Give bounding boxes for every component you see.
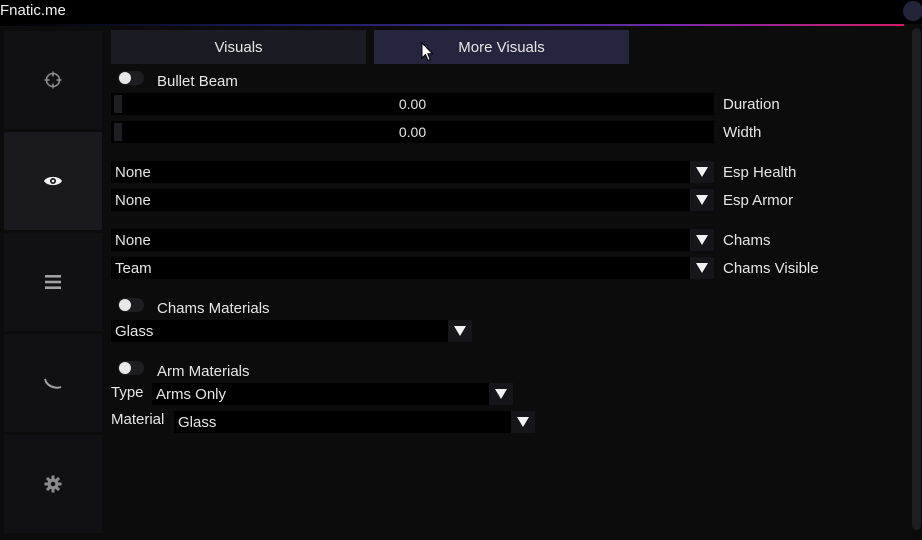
duration-label: Duration <box>723 96 780 113</box>
sidebar <box>0 28 104 540</box>
chevron-down-icon[interactable] <box>690 257 714 279</box>
chams-value: None <box>115 232 151 249</box>
chams-materials-value: Glass <box>115 323 154 340</box>
duration-value: 0.00 <box>398 96 427 112</box>
bullet-beam-label: Bullet Beam <box>157 73 238 90</box>
accent-gradient-line <box>0 24 904 26</box>
esp-armor-label: Esp Armor <box>723 192 794 209</box>
chams-visible-value: Team <box>115 260 152 277</box>
width-slider[interactable]: 0.00 <box>111 121 714 143</box>
duration-slider[interactable]: 0.00 <box>111 93 714 115</box>
esp-health-combo[interactable]: None <box>111 161 714 183</box>
gear-icon <box>44 475 62 493</box>
width-value: 0.00 <box>398 124 427 140</box>
width-label: Width <box>723 124 762 141</box>
arm-type-label: Type <box>111 384 144 401</box>
chevron-down-icon[interactable] <box>489 383 513 405</box>
chevron-down-icon[interactable] <box>690 229 714 251</box>
chams-materials-label: Chams Materials <box>157 300 270 317</box>
chams-visible-combo[interactable]: Team <box>111 257 714 279</box>
arm-materials-label: Arm Materials <box>157 363 250 380</box>
crosshair-icon <box>44 71 62 89</box>
esp-health-value: None <box>115 164 151 181</box>
scrollbar-thumb[interactable] <box>912 28 921 530</box>
mouse-cursor-icon <box>421 42 434 62</box>
chams-combo[interactable]: None <box>111 229 714 251</box>
chams-label: Chams <box>723 232 771 249</box>
chevron-down-icon[interactable] <box>690 161 714 183</box>
chams-materials-combo[interactable]: Glass <box>111 320 472 342</box>
chams-visible-label: Chams Visible <box>723 260 819 277</box>
esp-armor-value: None <box>115 192 151 209</box>
sidebar-item-visuals[interactable] <box>4 132 102 230</box>
bullet-beam-toggle[interactable] <box>118 71 144 85</box>
sidebar-item-aimbot[interactable] <box>4 31 102 129</box>
chevron-down-icon[interactable] <box>448 320 472 342</box>
arm-materials-toggle[interactable] <box>118 361 144 375</box>
chevron-down-icon[interactable] <box>690 189 714 211</box>
chams-materials-toggle[interactable] <box>118 298 144 312</box>
esp-health-label: Esp Health <box>723 164 797 181</box>
sidebar-item-settings[interactable] <box>4 435 102 533</box>
window-title: Fnatic.me <box>0 2 66 19</box>
sidebar-item-skins[interactable] <box>4 334 102 432</box>
arm-material-label: Material <box>111 411 165 428</box>
eye-icon <box>44 176 62 186</box>
title-bar <box>0 0 922 24</box>
moon-icon <box>44 378 62 389</box>
esp-armor-combo[interactable]: None <box>111 189 714 211</box>
arm-material-value: Glass <box>178 414 217 431</box>
menu-icon <box>45 275 61 289</box>
arm-material-combo[interactable]: Glass <box>174 411 535 433</box>
tab-more-visuals[interactable]: More Visuals <box>374 30 629 64</box>
arm-type-value: Arms Only <box>156 386 227 403</box>
chevron-down-icon[interactable] <box>511 411 535 433</box>
arm-type-combo[interactable]: Arms Only <box>152 383 513 405</box>
sidebar-item-misc[interactable] <box>4 233 102 331</box>
tab-visuals[interactable]: Visuals <box>111 30 366 64</box>
window-control-dot[interactable] <box>903 1 922 21</box>
